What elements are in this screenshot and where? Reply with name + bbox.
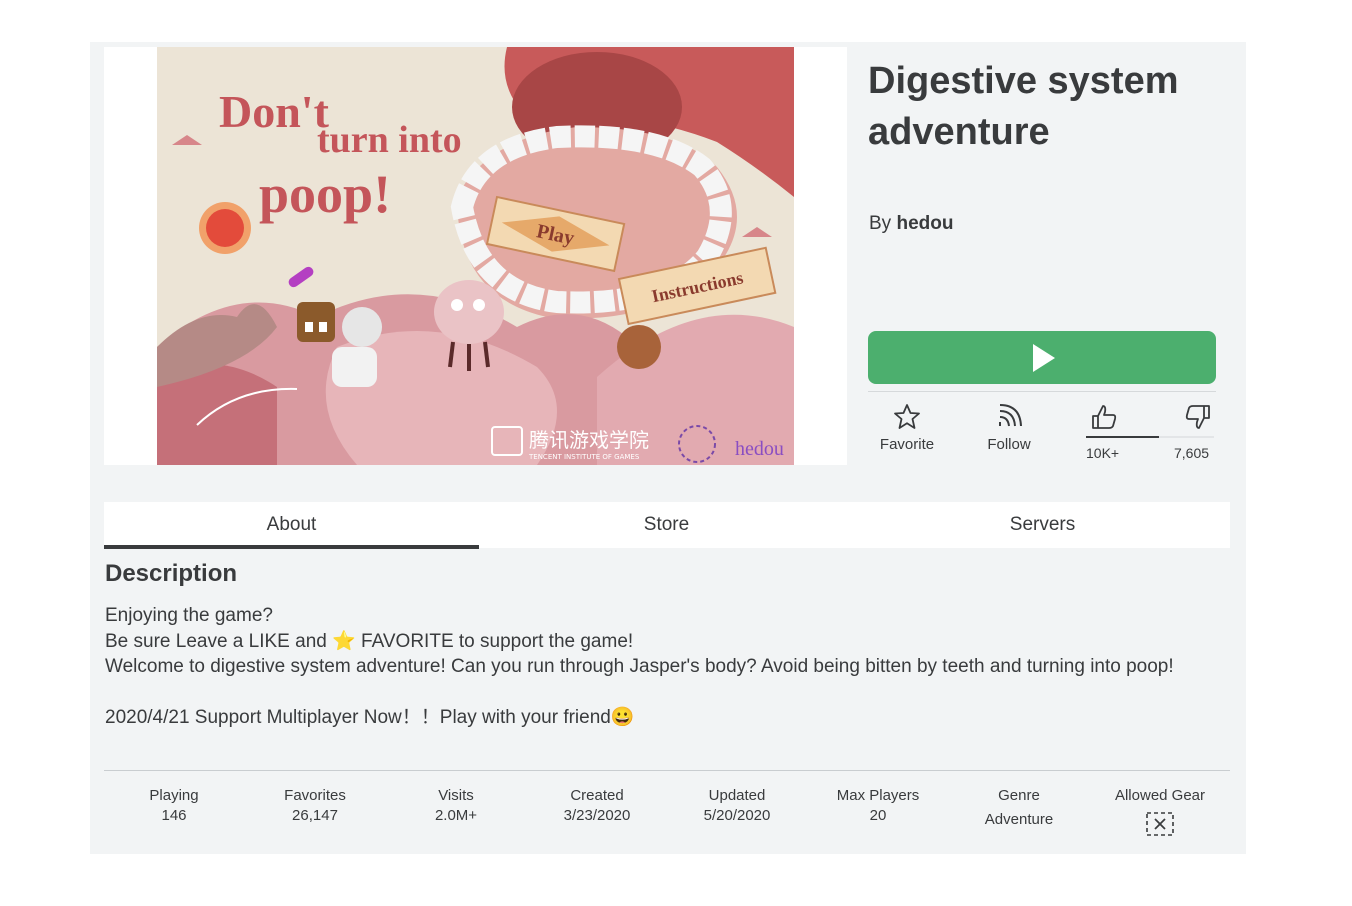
- stat-visits: Visits 2.0M+: [386, 787, 526, 827]
- stat-label: Created: [570, 787, 624, 804]
- description-text: FAVORITE to support the game!: [355, 630, 634, 652]
- thumbnail-headline-1: Don't: [219, 86, 330, 137]
- star-icon: [894, 404, 920, 429]
- thumbnail-headline-2: turn into: [317, 119, 462, 161]
- like-button[interactable]: [1082, 402, 1126, 432]
- thumbs-up-icon: [1092, 405, 1117, 429]
- stat-favorites: Favorites 26,147: [245, 787, 385, 827]
- play-button[interactable]: [868, 331, 1216, 384]
- thumbnail-signature: hedou: [735, 438, 784, 460]
- tab-store[interactable]: Store: [479, 502, 854, 548]
- thumbs-down-icon: [1185, 405, 1210, 429]
- follow-button[interactable]: Follow: [975, 402, 1043, 453]
- vote-ratio-fill: [1086, 436, 1159, 438]
- stat-updated: Updated 5/20/2020: [667, 787, 807, 827]
- thumbnail-artwork: Play Instructions Don't turn into poop!: [157, 47, 794, 465]
- dislike-button[interactable]: [1180, 402, 1216, 432]
- description-body: Enjoying the game? Be sure Leave a LIKE …: [105, 603, 1225, 731]
- no-gear-icon: [1146, 812, 1174, 836]
- description-line: Welcome to digestive system adventure! C…: [105, 656, 1174, 678]
- description-spacer: [105, 680, 1225, 706]
- stat-value: 26,147: [292, 807, 338, 824]
- thumbnail-headline-3: poop!: [259, 164, 391, 224]
- by-prefix: By: [869, 213, 892, 234]
- stat-value: 146: [161, 807, 187, 824]
- stat-value: 5/20/2020: [703, 807, 771, 824]
- stat-value: 20: [869, 807, 887, 824]
- favorite-label: Favorite: [879, 436, 935, 453]
- thumbnail-sponsor-en: TENCENT INSTITUTE OF GAMES: [528, 453, 640, 461]
- stat-genre: Genre Adventure: [949, 787, 1089, 831]
- description-text: Be sure Leave a LIKE and: [105, 630, 333, 652]
- stat-label: Playing: [149, 787, 199, 804]
- stat-allowed-gear: Allowed Gear: [1090, 787, 1230, 837]
- grin-emoji-icon: 😀: [610, 707, 635, 729]
- dislikes-count: 7,605: [1174, 445, 1210, 461]
- stats-divider: [104, 770, 1230, 771]
- game-thumbnail[interactable]: Play Instructions Don't turn into poop!: [157, 47, 794, 465]
- likes-count: 10K+: [1086, 445, 1120, 461]
- creator-link[interactable]: hedou: [896, 213, 953, 234]
- description-line: Enjoying the game?: [105, 605, 273, 626]
- stat-label: Updated: [708, 787, 766, 804]
- game-thumbnail-frame: Play Instructions Don't turn into poop!: [104, 47, 847, 465]
- creator-line: By hedou: [869, 213, 953, 235]
- stat-label: Max Players: [836, 787, 920, 804]
- stat-label: Visits: [438, 787, 474, 804]
- description-heading: Description: [105, 560, 238, 587]
- stat-value: 3/23/2020: [563, 807, 631, 824]
- star-emoji-icon: ⭐: [332, 630, 356, 652]
- stat-label: Favorites: [284, 787, 346, 804]
- game-tabs: About Store Servers: [104, 502, 1230, 549]
- stat-label: Allowed Gear: [1114, 787, 1206, 804]
- follow-rss-icon: [999, 404, 1022, 427]
- vote-ratio-bar: [1086, 436, 1214, 438]
- tab-about[interactable]: About: [104, 502, 479, 549]
- follow-label: Follow: [987, 436, 1031, 453]
- stat-created: Created 3/23/2020: [527, 787, 667, 827]
- description-line: 2020/4/21 Support Multiplayer Now！！Play …: [105, 705, 1225, 731]
- play-icon: [1033, 344, 1055, 372]
- stat-max-players: Max Players 20: [808, 787, 948, 827]
- stat-value[interactable]: Adventure: [949, 809, 1089, 831]
- description-text: 2020/4/21 Support Multiplayer Now！！Play …: [105, 707, 611, 729]
- stat-value: 2.0M+: [434, 807, 478, 824]
- actions-divider: [868, 391, 1216, 392]
- tab-servers[interactable]: Servers: [855, 502, 1230, 548]
- favorite-button[interactable]: Favorite: [872, 402, 942, 453]
- stat-label: Genre: [998, 787, 1040, 804]
- description-line: Be sure Leave a LIKE and ⭐ FAVORITE to s…: [105, 629, 1225, 655]
- game-title: Digestive system adventure: [868, 60, 1179, 153]
- thumbnail-sponsor-cn: 腾讯游戏学院: [529, 428, 649, 452]
- stat-playing: Playing 146: [104, 787, 244, 827]
